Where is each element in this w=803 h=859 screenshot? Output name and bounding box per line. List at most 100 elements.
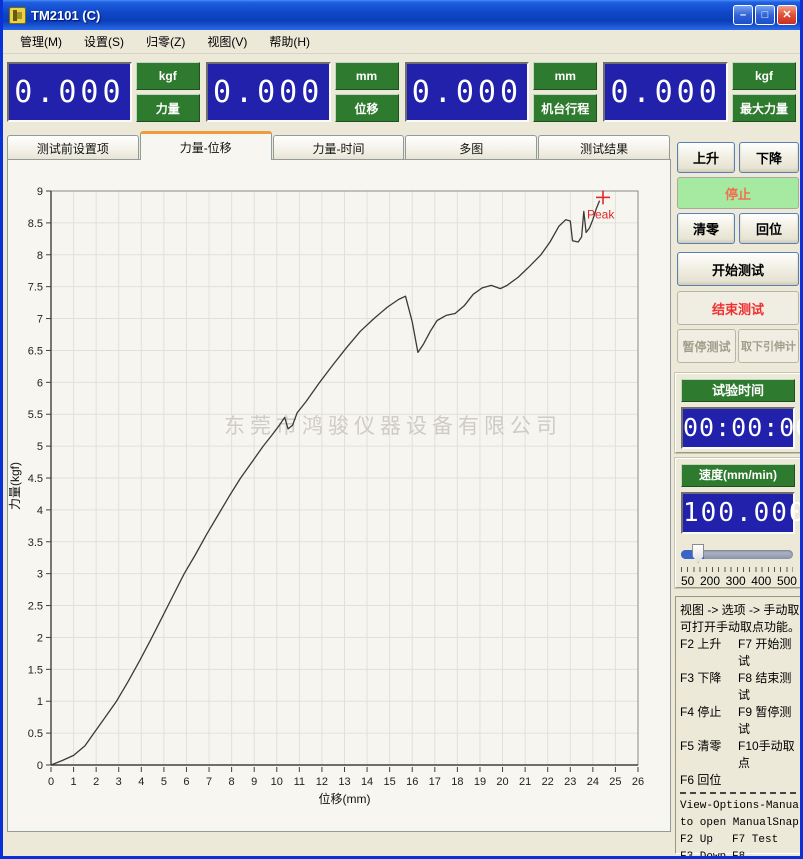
speed-tick-label: 50 bbox=[681, 574, 694, 588]
menu-view[interactable]: 视图(V) bbox=[196, 30, 258, 53]
tab-force-displacement[interactable]: 力量-位移 bbox=[140, 131, 272, 160]
svg-text:20: 20 bbox=[496, 776, 508, 788]
tab-pretest-settings[interactable]: 测试前设置项 bbox=[7, 135, 139, 160]
svg-text:9: 9 bbox=[251, 776, 257, 788]
menu-help[interactable]: 帮助(H) bbox=[258, 30, 321, 53]
help-cn-fkey: F9 暂停测试 bbox=[738, 704, 796, 738]
test-time-display: 00:00:00 bbox=[681, 407, 795, 449]
menu-manage[interactable]: 管理(M) bbox=[9, 30, 73, 53]
window-title: TM2101 (C) bbox=[31, 8, 100, 23]
svg-text:8: 8 bbox=[37, 250, 43, 262]
tab-strip: 测试前设置项 力量-位移 力量-时间 多图 测试结果 bbox=[7, 131, 671, 160]
force-label-tag: 力量 bbox=[136, 94, 200, 122]
help-separator bbox=[680, 792, 796, 794]
help-cn-fkey: F3 下降 bbox=[680, 670, 738, 704]
speed-header: 速度(mm/min) bbox=[681, 464, 795, 487]
stroke-value-display: 0.000 bbox=[405, 62, 530, 122]
speed-slider-thumb[interactable] bbox=[692, 544, 704, 563]
svg-text:1.5: 1.5 bbox=[28, 664, 43, 676]
svg-text:0.5: 0.5 bbox=[28, 728, 43, 740]
displacement-label-tag: 位移 bbox=[335, 94, 399, 122]
svg-text:22: 22 bbox=[542, 776, 554, 788]
help-cn-fkey: F7 开始测试 bbox=[738, 636, 796, 670]
svg-text:东莞市鸿骏仪器设备有限公司: 东莞市鸿骏仪器设备有限公司 bbox=[224, 415, 562, 438]
end-test-button[interactable]: 结束测试 bbox=[677, 291, 799, 325]
zero-button[interactable]: 清零 bbox=[677, 213, 735, 244]
svg-text:8.5: 8.5 bbox=[28, 218, 43, 230]
svg-text:12: 12 bbox=[316, 776, 328, 788]
max-force-unit-tag: kgf bbox=[732, 62, 796, 90]
svg-text:1: 1 bbox=[37, 696, 43, 708]
svg-text:3.5: 3.5 bbox=[28, 537, 43, 549]
help-cn-fkey: F4 停止 bbox=[680, 704, 738, 738]
max-force-value-display: 0.000 bbox=[603, 62, 728, 122]
svg-text:6: 6 bbox=[37, 377, 43, 389]
svg-text:5: 5 bbox=[161, 776, 167, 788]
down-button[interactable]: 下降 bbox=[739, 142, 799, 173]
close-button-icon[interactable]: ✕ bbox=[777, 5, 797, 25]
svg-text:1: 1 bbox=[71, 776, 77, 788]
stroke-label-tag: 机台行程 bbox=[533, 94, 597, 122]
svg-text:7: 7 bbox=[206, 776, 212, 788]
svg-text:19: 19 bbox=[474, 776, 486, 788]
tab-test-results[interactable]: 测试结果 bbox=[538, 135, 670, 160]
return-button[interactable]: 回位 bbox=[739, 213, 799, 244]
svg-text:0: 0 bbox=[37, 760, 43, 772]
menu-bar: 管理(M) 设置(S) 归零(Z) 视图(V) 帮助(H) bbox=[3, 30, 800, 54]
test-time-group: 试验时间 00:00:00 bbox=[675, 373, 801, 453]
pause-test-button[interactable]: 暂停测试 bbox=[677, 329, 736, 363]
help-cn-fkey bbox=[738, 772, 796, 789]
svg-text:21: 21 bbox=[519, 776, 531, 788]
speed-slider-labels: 50 200 300 400 500 bbox=[681, 574, 797, 588]
svg-text:10: 10 bbox=[271, 776, 283, 788]
svg-text:7.5: 7.5 bbox=[28, 282, 43, 294]
svg-text:24: 24 bbox=[587, 776, 599, 788]
tab-force-time[interactable]: 力量-时间 bbox=[273, 135, 405, 160]
svg-text:14: 14 bbox=[361, 776, 373, 788]
svg-text:17: 17 bbox=[429, 776, 441, 788]
svg-text:25: 25 bbox=[609, 776, 621, 788]
stroke-unit-tag: mm bbox=[533, 62, 597, 90]
svg-text:3: 3 bbox=[116, 776, 122, 788]
speed-tick-label: 300 bbox=[726, 574, 746, 588]
maximize-button-icon[interactable]: □ bbox=[755, 5, 775, 25]
speed-tick-label: 500 bbox=[777, 574, 797, 588]
readout-row: 0.000 kgf 力量 0.000 mm 位移 0.000 mm 机台行程 0… bbox=[3, 56, 800, 128]
speed-slider[interactable] bbox=[681, 544, 795, 564]
stop-button[interactable]: 停止 bbox=[677, 177, 799, 209]
app-window: TM2101 (C) – □ ✕ 管理(M) 设置(S) 归零(Z) 视图(V)… bbox=[0, 0, 803, 859]
displacement-readout-group: 0.000 mm 位移 bbox=[206, 62, 399, 122]
remove-extensometer-button[interactable]: 取下引伸计 bbox=[738, 329, 799, 363]
svg-text:Peak: Peak bbox=[587, 207, 615, 221]
help-en-line1: View-Options-ManualSanp, bbox=[680, 798, 796, 815]
up-button[interactable]: 上升 bbox=[677, 142, 735, 173]
svg-text:15: 15 bbox=[384, 776, 396, 788]
svg-text:8: 8 bbox=[229, 776, 235, 788]
menu-zero[interactable]: 归零(Z) bbox=[135, 30, 196, 53]
help-en-fkey: F3 Down bbox=[680, 849, 732, 859]
force-unit-tag: kgf bbox=[136, 62, 200, 90]
speed-slider-ruler bbox=[681, 567, 793, 572]
minimize-button-icon[interactable]: – bbox=[733, 5, 753, 25]
svg-text:2: 2 bbox=[37, 632, 43, 644]
help-cn-fkey: F6 回位 bbox=[680, 772, 738, 789]
speed-tick-label: 400 bbox=[751, 574, 771, 588]
svg-text:6: 6 bbox=[183, 776, 189, 788]
help-cn-line2: 可打开手动取点功能。 bbox=[680, 619, 796, 636]
svg-text:16: 16 bbox=[406, 776, 418, 788]
svg-text:4: 4 bbox=[37, 505, 43, 517]
force-value-display: 0.000 bbox=[7, 62, 132, 122]
force-readout-group: 0.000 kgf 力量 bbox=[7, 62, 200, 122]
svg-text:7: 7 bbox=[37, 314, 43, 326]
help-en-fkey: F8 StopTest bbox=[732, 849, 796, 859]
help-cn-fkey: F8 结束测试 bbox=[738, 670, 796, 704]
svg-text:18: 18 bbox=[451, 776, 463, 788]
title-bar: TM2101 (C) – □ ✕ bbox=[0, 0, 803, 30]
tab-multi-chart[interactable]: 多图 bbox=[405, 135, 537, 160]
start-test-button[interactable]: 开始测试 bbox=[677, 252, 799, 286]
chart-page: 东莞市鸿骏仪器设备有限公司012345678910111213141516171… bbox=[7, 159, 671, 832]
help-cn-line1: 视图 -> 选项 -> 手动取点, bbox=[680, 602, 796, 619]
menu-settings[interactable]: 设置(S) bbox=[73, 30, 135, 53]
svg-text:力量(kgf): 力量(kgf) bbox=[8, 462, 22, 510]
svg-text:13: 13 bbox=[338, 776, 350, 788]
